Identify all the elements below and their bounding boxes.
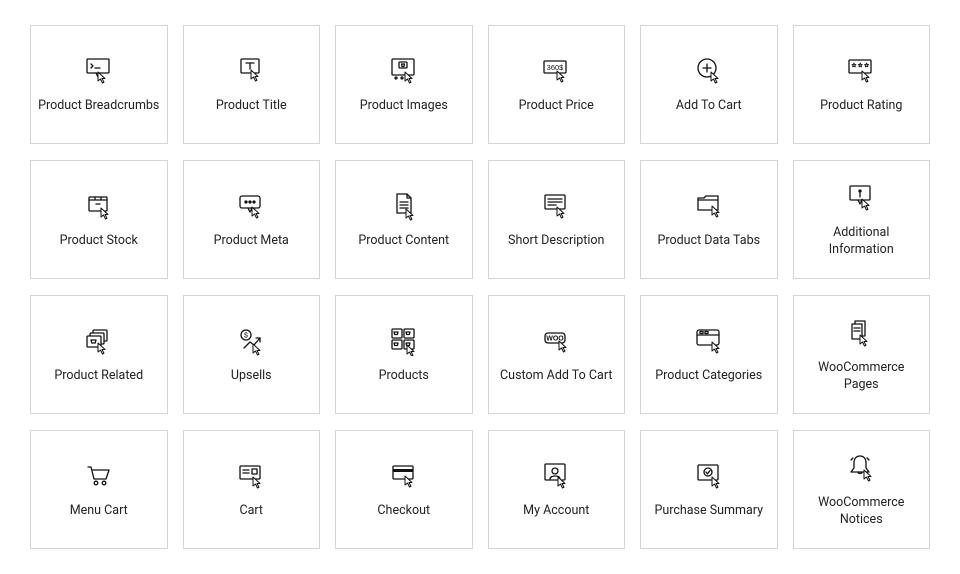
breadcrumbs-icon bbox=[83, 54, 115, 86]
images-icon bbox=[388, 54, 420, 86]
widget-label: Product Categories bbox=[655, 368, 762, 384]
widget-product-rating[interactable]: Product Rating bbox=[793, 25, 931, 144]
account-icon bbox=[540, 459, 572, 491]
products-icon bbox=[388, 324, 420, 356]
widget-product-price[interactable]: Product Price bbox=[488, 25, 626, 144]
related-icon bbox=[83, 324, 115, 356]
widget-product-meta[interactable]: Product Meta bbox=[183, 160, 321, 279]
notices-icon bbox=[845, 451, 877, 483]
widget-label: Additional Information bbox=[800, 225, 924, 258]
widget-products[interactable]: Products bbox=[335, 295, 473, 414]
widget-label: Product Breadcrumbs bbox=[38, 98, 159, 114]
widget-additional-information[interactable]: Additional Information bbox=[793, 160, 931, 279]
content-icon bbox=[388, 189, 420, 221]
widget-label: Product Rating bbox=[820, 98, 902, 114]
widget-label: Add To Cart bbox=[676, 98, 742, 114]
shortdesc-icon bbox=[540, 189, 572, 221]
widget-product-data-tabs[interactable]: Product Data Tabs bbox=[640, 160, 778, 279]
pages-icon bbox=[845, 316, 877, 348]
info-icon bbox=[845, 181, 877, 213]
cart-icon bbox=[235, 459, 267, 491]
categories-icon bbox=[693, 324, 725, 356]
widget-label: Checkout bbox=[377, 503, 430, 519]
widget-label: Product Stock bbox=[60, 233, 138, 249]
widget-label: WooCommerce Pages bbox=[800, 360, 924, 393]
widget-label: Upsells bbox=[231, 368, 272, 384]
widget-label: Purchase Summary bbox=[654, 503, 763, 519]
checkout-icon bbox=[388, 459, 420, 491]
widget-product-images[interactable]: Product Images bbox=[335, 25, 473, 144]
widget-purchase-summary[interactable]: Purchase Summary bbox=[640, 430, 778, 549]
widget-short-description[interactable]: Short Description bbox=[488, 160, 626, 279]
widget-label: Product Images bbox=[360, 98, 448, 114]
widget-cart[interactable]: Cart bbox=[183, 430, 321, 549]
widget-label: Product Price bbox=[519, 98, 594, 114]
woo-icon bbox=[540, 324, 572, 356]
widget-custom-add-to-cart[interactable]: Custom Add To Cart bbox=[488, 295, 626, 414]
widget-woocommerce-notices[interactable]: WooCommerce Notices bbox=[793, 430, 931, 549]
meta-icon bbox=[235, 189, 267, 221]
widget-woocommerce-pages[interactable]: WooCommerce Pages bbox=[793, 295, 931, 414]
widget-label: Product Meta bbox=[214, 233, 289, 249]
stock-icon bbox=[83, 189, 115, 221]
widget-label: Products bbox=[379, 368, 429, 384]
widget-checkout[interactable]: Checkout bbox=[335, 430, 473, 549]
widget-label: Product Related bbox=[54, 368, 143, 384]
widget-menu-cart[interactable]: Menu Cart bbox=[30, 430, 168, 549]
widget-product-breadcrumbs[interactable]: Product Breadcrumbs bbox=[30, 25, 168, 144]
widget-product-related[interactable]: Product Related bbox=[30, 295, 168, 414]
upsells-icon bbox=[235, 324, 267, 356]
widget-label: Custom Add To Cart bbox=[500, 368, 612, 384]
widget-label: Short Description bbox=[508, 233, 604, 249]
addcart-icon bbox=[693, 54, 725, 86]
title-icon bbox=[235, 54, 267, 86]
widget-label: Menu Cart bbox=[70, 503, 128, 519]
widget-product-content[interactable]: Product Content bbox=[335, 160, 473, 279]
rating-icon bbox=[845, 54, 877, 86]
widget-label: Cart bbox=[239, 503, 263, 519]
menucart-icon bbox=[83, 459, 115, 491]
widget-add-to-cart[interactable]: Add To Cart bbox=[640, 25, 778, 144]
widget-upsells[interactable]: Upsells bbox=[183, 295, 321, 414]
widget-product-title[interactable]: Product Title bbox=[183, 25, 321, 144]
widget-my-account[interactable]: My Account bbox=[488, 430, 626, 549]
price-icon bbox=[540, 54, 572, 86]
widgets-grid: Product Breadcrumbs Product Title Product … bbox=[30, 25, 930, 549]
widget-label: Product Title bbox=[216, 98, 287, 114]
summary-icon bbox=[693, 459, 725, 491]
widget-product-categories[interactable]: Product Categories bbox=[640, 295, 778, 414]
widget-label: My Account bbox=[523, 503, 589, 519]
widget-label: Product Content bbox=[358, 233, 449, 249]
widget-label: WooCommerce Notices bbox=[800, 495, 924, 528]
widget-label: Product Data Tabs bbox=[657, 233, 760, 249]
tabs-icon bbox=[693, 189, 725, 221]
widget-product-stock[interactable]: Product Stock bbox=[30, 160, 168, 279]
